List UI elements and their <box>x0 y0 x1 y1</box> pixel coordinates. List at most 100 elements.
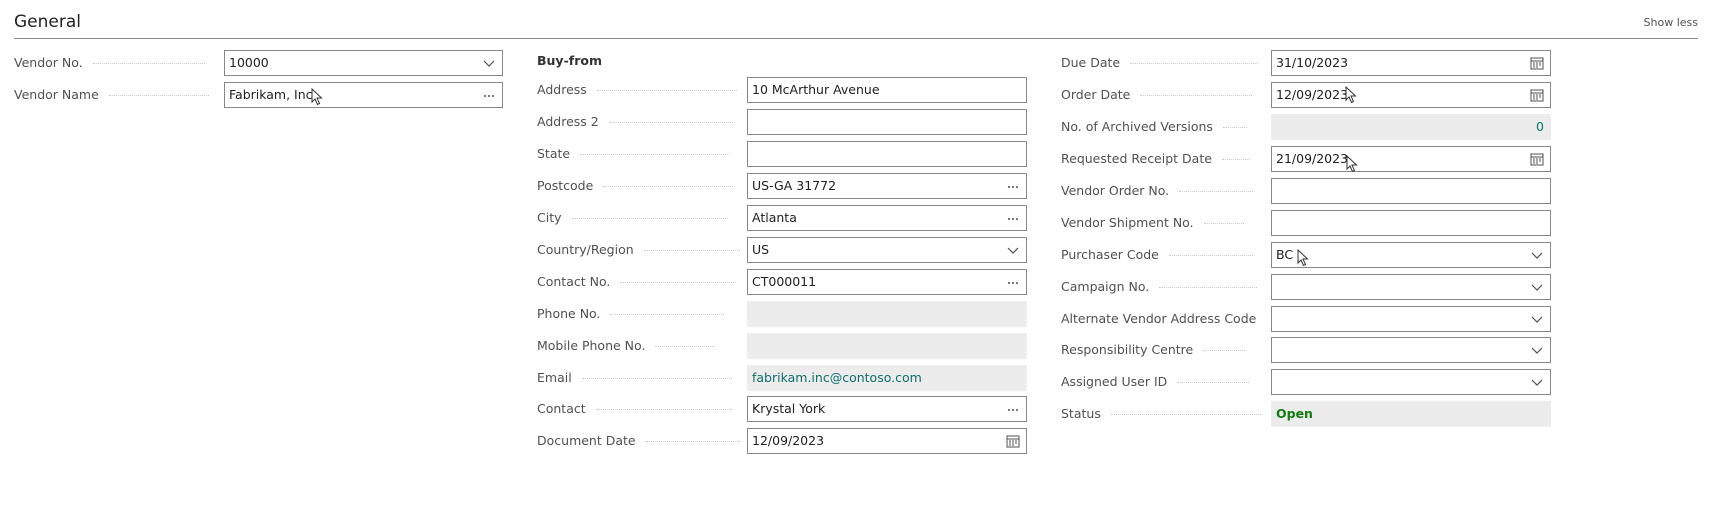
calendar-icon[interactable] <box>1006 434 1020 448</box>
order-date-label: Order Date <box>1061 82 1265 108</box>
mobile-row: Mobile Phone No. <box>537 333 1027 359</box>
responsibility-centre-select[interactable] <box>1271 337 1551 363</box>
email-field: fabrikam.inc@contoso.com <box>747 365 1027 391</box>
vendor-shipment-no-row: Vendor Shipment No. <box>1061 210 1551 236</box>
purchaser-code-label: Purchaser Code <box>1061 242 1265 268</box>
vendor-no-label: Vendor No. <box>14 50 219 76</box>
chevron-down-icon[interactable] <box>1530 375 1544 389</box>
purchaser-code-row: Purchaser Code BC <box>1061 242 1551 268</box>
status-value: Open <box>1276 406 1313 421</box>
document-date-label: Document Date <box>537 428 741 454</box>
purchaser-code-value: BC <box>1276 247 1294 262</box>
chevron-down-icon[interactable] <box>1530 312 1544 326</box>
ellipsis-icon[interactable] <box>482 88 496 102</box>
vendor-order-no-row: Vendor Order No. <box>1061 178 1551 204</box>
postcode-label: Postcode <box>537 173 741 199</box>
requested-receipt-value: 21/09/2023 <box>1276 151 1349 166</box>
status-row: Status Open <box>1061 401 1551 427</box>
contact-input[interactable]: Krystal York <box>747 396 1027 422</box>
contact-no-input[interactable]: CT000011 <box>747 269 1027 295</box>
due-date-value: 31/10/2023 <box>1276 55 1349 70</box>
document-date-input[interactable]: 12/09/2023 <box>747 428 1027 454</box>
due-date-label: Due Date <box>1061 50 1265 76</box>
address-label: Address <box>537 77 741 103</box>
chevron-down-icon[interactable] <box>1530 343 1544 357</box>
contact-no-value: CT000011 <box>752 274 817 289</box>
contact-no-row: Contact No. CT000011 <box>537 269 1027 295</box>
alt-vendor-address-label: Alternate Vendor Address Code <box>1061 306 1265 332</box>
state-row: State <box>537 141 1027 167</box>
alt-vendor-address-select[interactable] <box>1271 306 1551 332</box>
campaign-no-label: Campaign No. <box>1061 274 1265 300</box>
contact-label: Contact <box>537 396 741 422</box>
due-date-input[interactable]: 31/10/2023 <box>1271 50 1551 76</box>
email-row: Email fabrikam.inc@contoso.com <box>537 365 1027 391</box>
address2-input[interactable] <box>747 109 1027 135</box>
vendor-shipment-no-input[interactable] <box>1271 210 1551 236</box>
vendor-no-value: 10000 <box>229 55 269 70</box>
state-input[interactable] <box>747 141 1027 167</box>
country-select[interactable]: US <box>747 237 1027 263</box>
address2-label: Address 2 <box>537 109 741 135</box>
ellipsis-icon[interactable] <box>1006 402 1020 416</box>
city-input[interactable]: Atlanta <box>747 205 1027 231</box>
document-date-value: 12/09/2023 <box>752 433 825 448</box>
assigned-user-row: Assigned User ID <box>1061 369 1551 395</box>
city-row: City Atlanta <box>537 205 1027 231</box>
section-title: General <box>14 12 81 32</box>
vendor-name-input[interactable]: Fabrikam, Inc. <box>224 82 503 108</box>
vendor-order-no-label: Vendor Order No. <box>1061 178 1265 204</box>
phone-label: Phone No. <box>537 301 741 327</box>
contact-value: Krystal York <box>752 401 826 416</box>
assigned-user-label: Assigned User ID <box>1061 369 1265 395</box>
vendor-no-select[interactable]: 10000 <box>224 50 503 76</box>
chevron-down-icon[interactable] <box>1530 280 1544 294</box>
status-label: Status <box>1061 401 1265 427</box>
calendar-icon[interactable] <box>1530 88 1544 102</box>
responsibility-centre-label: Responsibility Centre <box>1061 337 1265 363</box>
address-input[interactable]: 10 McArthur Avenue <box>747 77 1027 103</box>
chevron-down-icon[interactable] <box>1006 243 1020 257</box>
order-date-row: Order Date 12/09/2023 <box>1061 82 1551 108</box>
country-label: Country/Region <box>537 237 741 263</box>
ellipsis-icon[interactable] <box>1006 211 1020 225</box>
campaign-no-select[interactable] <box>1271 274 1551 300</box>
country-row: Country/Region US <box>537 237 1027 263</box>
mobile-field <box>747 333 1027 359</box>
ellipsis-icon[interactable] <box>1006 179 1020 193</box>
vendor-name-value: Fabrikam, Inc. <box>229 87 317 102</box>
email-link[interactable]: fabrikam.inc@contoso.com <box>752 366 922 390</box>
order-date-value: 12/09/2023 <box>1276 87 1349 102</box>
contact-row: Contact Krystal York <box>537 396 1027 422</box>
requested-receipt-row: Requested Receipt Date 21/09/2023 <box>1061 146 1551 172</box>
chevron-down-icon[interactable] <box>1530 248 1544 262</box>
calendar-icon[interactable] <box>1530 56 1544 70</box>
order-date-input[interactable]: 12/09/2023 <box>1271 82 1551 108</box>
section-header: General Show less <box>14 0 1698 39</box>
archived-versions-value[interactable]: 0 <box>1536 115 1544 139</box>
chevron-down-icon[interactable] <box>482 56 496 70</box>
assigned-user-select[interactable] <box>1271 369 1551 395</box>
postcode-input[interactable]: US-GA 31772 <box>747 173 1027 199</box>
ellipsis-icon[interactable] <box>1006 275 1020 289</box>
country-value: US <box>752 242 770 257</box>
state-label: State <box>537 141 741 167</box>
vendor-order-no-input[interactable] <box>1271 178 1551 204</box>
phone-row: Phone No. <box>537 301 1027 327</box>
vendor-no-row: Vendor No. 10000 <box>14 50 503 76</box>
contact-no-label: Contact No. <box>537 269 741 295</box>
purchaser-code-select[interactable]: BC <box>1271 242 1551 268</box>
alt-vendor-address-row: Alternate Vendor Address Code <box>1061 306 1551 332</box>
calendar-icon[interactable] <box>1530 152 1544 166</box>
address-value: 10 McArthur Avenue <box>752 82 880 97</box>
requested-receipt-label: Requested Receipt Date <box>1061 146 1265 172</box>
archived-versions-row: No. of Archived Versions 0 <box>1061 114 1551 140</box>
mobile-label: Mobile Phone No. <box>537 333 741 359</box>
requested-receipt-input[interactable]: 21/09/2023 <box>1271 146 1551 172</box>
status-field: Open <box>1271 401 1551 427</box>
responsibility-centre-row: Responsibility Centre <box>1061 337 1551 363</box>
archived-versions-label: No. of Archived Versions <box>1061 114 1265 140</box>
city-value: Atlanta <box>752 210 797 225</box>
show-less-link[interactable]: Show less <box>1644 16 1698 29</box>
campaign-no-row: Campaign No. <box>1061 274 1551 300</box>
